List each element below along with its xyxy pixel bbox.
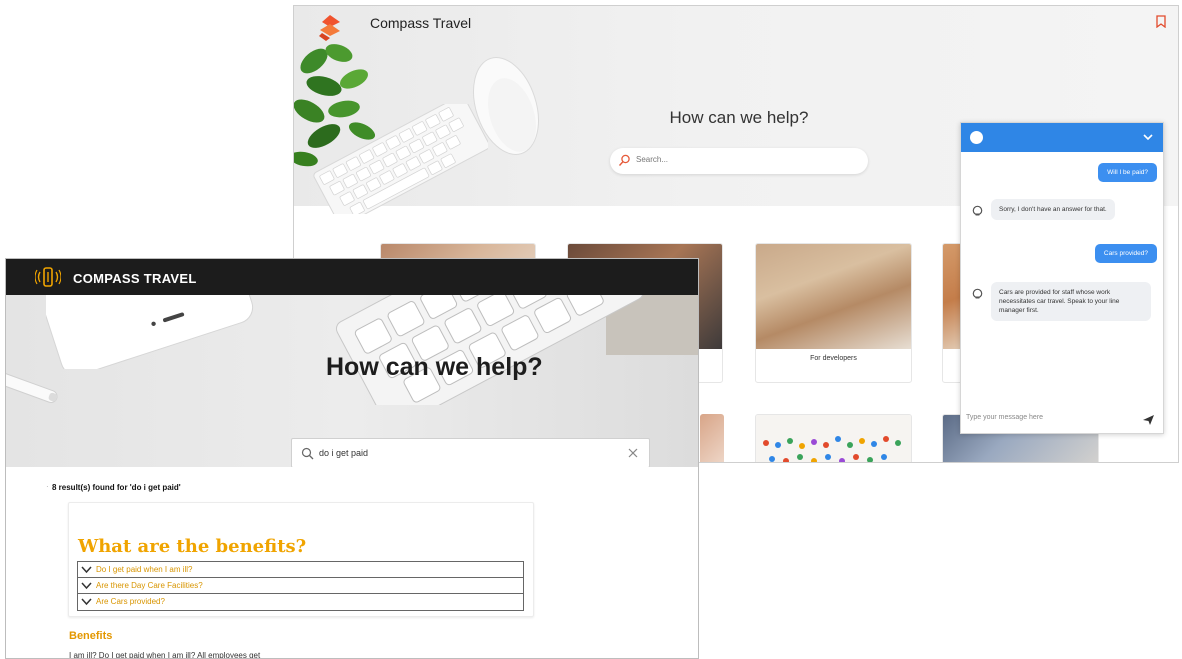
chevron-down-icon[interactable] <box>1142 131 1154 143</box>
faq-item[interactable]: Are there Day Care Facilities? <box>78 578 523 594</box>
bot-avatar-icon <box>972 205 983 216</box>
mouse-image <box>473 57 539 155</box>
search-input[interactable]: do i get paid <box>291 438 650 467</box>
search-value: do i get paid <box>319 448 369 458</box>
category-card[interactable] <box>755 414 912 462</box>
faq-label: Are Cars provided? <box>96 597 165 606</box>
faq-list: Do I get paid when I am ill? Are there D… <box>77 561 524 611</box>
category-card[interactable] <box>700 414 724 462</box>
bookmark-icon[interactable] <box>1156 15 1166 28</box>
section-text: I am ill? Do I get paid when I am ill? A… <box>69 651 261 659</box>
results-count: · 8 result(s) found for 'do i get paid' <box>46 482 181 492</box>
search-icon <box>618 154 630 166</box>
results-bullet: · <box>46 482 49 491</box>
chat-message-input[interactable]: Type your message here <box>966 414 1043 421</box>
search-icon <box>301 447 314 460</box>
results-text: 8 result(s) found for 'do i get paid' <box>52 483 181 492</box>
chat-widget: Will I be paid? Sorry, I don't have an a… <box>960 122 1164 434</box>
front-window: COMPASS TRAVEL How can we help? do i get… <box>5 258 699 659</box>
hero-title: How can we help? <box>326 353 543 381</box>
chat-logo-icon <box>970 131 983 144</box>
chevron-down-icon <box>81 566 92 574</box>
brand-name: COMPASS TRAVEL <box>73 271 197 286</box>
faq-item[interactable]: Are Cars provided? <box>78 594 523 610</box>
chevron-down-icon <box>81 582 92 590</box>
card-caption: For developers <box>810 355 857 362</box>
keyboard-image <box>313 104 488 214</box>
hero-title: How can we help? <box>669 108 809 127</box>
faq-label: Are there Day Care Facilities? <box>96 581 203 590</box>
section-heading: Benefits <box>69 630 113 642</box>
faq-item[interactable]: Do I get paid when I am ill? <box>78 562 523 578</box>
chevron-down-icon <box>81 598 92 606</box>
social-icons-image <box>763 436 901 462</box>
chat-message-bot: Sorry, I don't have an answer for that. <box>991 199 1115 220</box>
top-bar: COMPASS TRAVEL <box>6 259 698 295</box>
result-title[interactable]: What are the benefits? <box>78 536 306 557</box>
close-icon[interactable] <box>627 447 639 459</box>
result-card: What are the benefits? Do I get paid whe… <box>68 502 534 617</box>
chat-header <box>961 123 1163 152</box>
search-input[interactable]: Search... <box>610 148 868 174</box>
search-placeholder: Search... <box>636 155 669 164</box>
send-icon[interactable] <box>1143 415 1154 425</box>
hero-banner: How can we help? do i get paid <box>6 295 698 467</box>
chat-message-bot: Cars are provided for staff whose work n… <box>991 282 1151 321</box>
card-image <box>700 414 724 462</box>
brand-name: Compass Travel <box>370 15 472 31</box>
phone-image <box>46 295 254 369</box>
keyboard-image <box>335 295 698 405</box>
chat-message-user: Will I be paid? <box>1098 163 1157 182</box>
faq-label: Do I get paid when I am ill? <box>96 565 193 574</box>
category-card[interactable]: For developers <box>755 243 912 383</box>
compass-logo-icon <box>319 15 340 41</box>
chat-message-user: Cars provided? <box>1094 244 1157 263</box>
card-image <box>756 244 911 349</box>
card-image <box>756 415 911 462</box>
bot-avatar-icon <box>972 288 983 299</box>
compass-logo-icon <box>35 267 61 287</box>
pen-image <box>6 373 58 403</box>
